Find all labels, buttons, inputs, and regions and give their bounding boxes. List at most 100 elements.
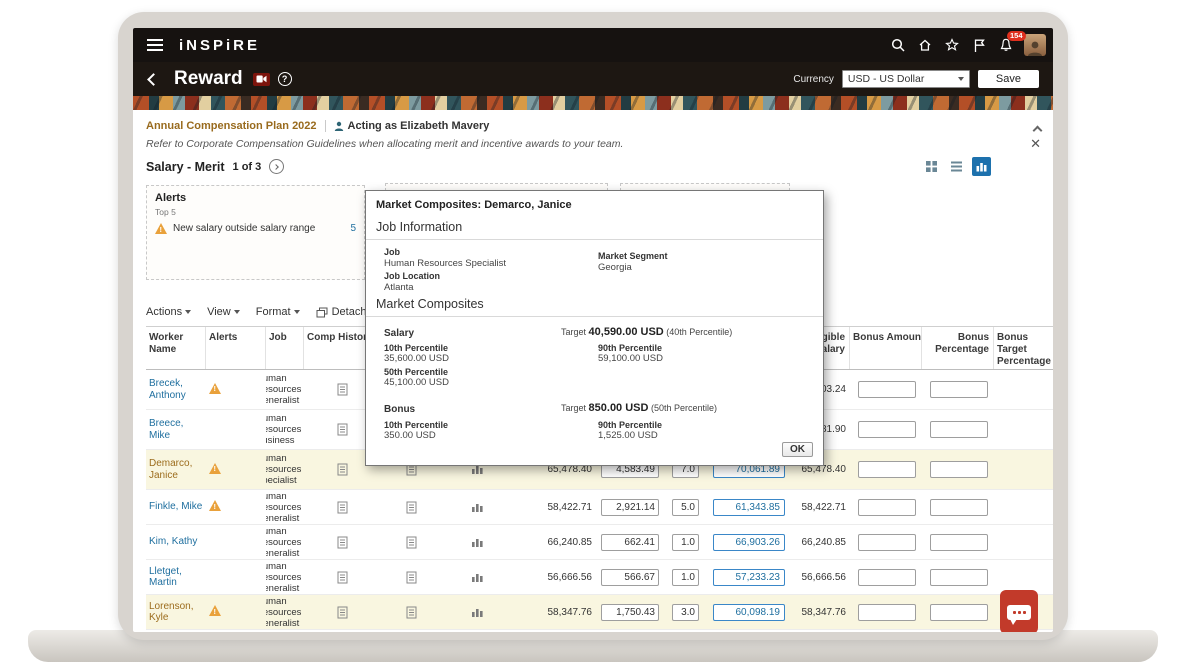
ok-button[interactable]: OK <box>782 442 813 457</box>
decorative-banner <box>133 96 1053 110</box>
worker-name-link[interactable]: Brecek, Anthony <box>149 378 203 401</box>
guideline-text: Refer to Corporate Compensation Guidelin… <box>146 138 623 150</box>
next-section-button[interactable] <box>269 159 284 174</box>
currency-select[interactable]: USD - US Dollar <box>842 70 970 88</box>
list-view-icon[interactable] <box>947 157 966 176</box>
comp-history-icon[interactable] <box>337 536 348 549</box>
salary-p90-label: 90th Percentile <box>598 343 662 353</box>
actions-menu[interactable]: Actions <box>146 306 191 318</box>
hamburger-menu-icon[interactable] <box>147 39 163 41</box>
back-arrow-icon[interactable] <box>147 73 160 86</box>
job-title: Human Resources Generalist <box>266 526 304 559</box>
percentage-input[interactable] <box>672 569 699 586</box>
detach-button[interactable]: Detach <box>316 306 367 318</box>
bonus-amount-input[interactable] <box>858 421 916 438</box>
adjustment-amount-input[interactable] <box>601 569 659 586</box>
page-title: Reward <box>174 68 243 90</box>
job-title: Human Resources Generalist <box>266 561 304 594</box>
chat-fab-icon[interactable] <box>1000 590 1038 632</box>
bonus-amount-input[interactable] <box>858 461 916 478</box>
bonus-amount-input[interactable] <box>858 381 916 398</box>
bonus-amount-input[interactable] <box>858 499 916 516</box>
home-icon[interactable] <box>916 36 934 54</box>
worker-name-link[interactable]: Lletget, Martin <box>149 566 203 589</box>
bonus-amount-input[interactable] <box>858 534 916 551</box>
alert-warning-icon: ! <box>209 383 221 394</box>
close-icon[interactable]: ✕ <box>1030 136 1041 152</box>
job-label: Job <box>384 247 400 257</box>
percentage-input[interactable] <box>672 499 699 516</box>
page-header: Reward ? Currency USD - US Dollar Save <box>133 62 1053 96</box>
global-topbar: iNSPiRE 154 <box>133 28 1053 62</box>
comp-history-icon[interactable] <box>337 463 348 476</box>
video-tutorial-icon[interactable] <box>253 73 270 86</box>
page: iNSPiRE 154 <box>0 0 1187 668</box>
bonus-amount-input[interactable] <box>858 569 916 586</box>
favorites-star-icon[interactable] <box>943 36 961 54</box>
notifications-bell-icon[interactable]: 154 <box>997 36 1015 54</box>
new-salary-link[interactable]: 61,343.85 <box>713 499 785 516</box>
comp-history-icon[interactable] <box>337 571 348 584</box>
adjustment-amount-input[interactable] <box>601 499 659 516</box>
bonus-percentage-input[interactable] <box>930 421 988 438</box>
analytics-chart-icon[interactable] <box>471 572 484 583</box>
app-logo: iNSPiRE <box>179 37 260 54</box>
new-salary-link[interactable]: 57,233.23 <box>713 569 785 586</box>
bonus-percentage-input[interactable] <box>930 499 988 516</box>
col-worker-name: Worker Name <box>146 327 206 369</box>
worker-name-link[interactable]: Finkle, Mike <box>149 501 203 513</box>
bonus-target: Target 850.00 USD (50th Percentile) <box>561 402 717 414</box>
worker-name-link[interactable]: Demarco, Janice <box>149 458 203 481</box>
adjustment-amount-input[interactable] <box>601 534 659 551</box>
worker-name-link[interactable]: Lorenson, Kyle <box>149 601 203 624</box>
job-title: Human Resources Business Partner <box>266 413 304 446</box>
analytics-chart-icon[interactable] <box>471 607 484 618</box>
analytics-chart-icon[interactable] <box>471 537 484 548</box>
plan-name-link[interactable]: Annual Compensation Plan 2022 <box>146 120 317 132</box>
job-information-heading: Job Information <box>376 220 462 234</box>
analytics-chart-icon[interactable] <box>471 502 484 513</box>
comp-history-icon[interactable] <box>337 606 348 619</box>
section-pagination: 1 of 3 <box>233 161 262 173</box>
salary-p50-label: 50th Percentile <box>384 367 448 377</box>
bonus-percentage-input[interactable] <box>930 461 988 478</box>
col-alerts: Alerts <box>206 327 266 369</box>
adjustment-amount-input[interactable] <box>601 604 659 621</box>
comp-history-icon[interactable] <box>337 501 348 514</box>
search-icon[interactable] <box>889 36 907 54</box>
bonus-percentage-input[interactable] <box>930 604 988 621</box>
bonus-percentage-input[interactable] <box>930 534 988 551</box>
worker-name-link[interactable]: Breece, Mike <box>149 418 203 441</box>
bonus-percentage-input[interactable] <box>930 569 988 586</box>
job-location-value: Atlanta <box>384 282 414 293</box>
person-icon <box>334 121 344 131</box>
comp-history-icon[interactable] <box>337 423 348 436</box>
chart-view-icon[interactable] <box>972 157 991 176</box>
market-segment-label: Market Segment <box>598 251 668 261</box>
comp-history-icon[interactable] <box>337 383 348 396</box>
notes-icon[interactable] <box>406 606 417 619</box>
format-menu[interactable]: Format <box>256 306 300 318</box>
notes-icon[interactable] <box>406 571 417 584</box>
save-button[interactable]: Save <box>978 70 1039 88</box>
col-bonus-percentage: Bonus Percentage <box>922 327 994 369</box>
flag-icon[interactable] <box>970 36 988 54</box>
help-icon[interactable]: ? <box>278 72 292 86</box>
table-row: Lletget, Martin Human Resources Generali… <box>146 560 1053 595</box>
percentage-input[interactable] <box>672 604 699 621</box>
view-menu[interactable]: View <box>207 306 240 318</box>
bonus-p90-value: 1,525.00 USD <box>598 430 658 441</box>
notes-icon[interactable] <box>406 536 417 549</box>
alerts-panel-title: Alerts <box>147 186 364 204</box>
alert-count-link[interactable]: 5 <box>350 223 356 234</box>
worker-name-link[interactable]: Kim, Kathy <box>149 536 203 548</box>
percentage-input[interactable] <box>672 534 699 551</box>
user-avatar[interactable] <box>1024 34 1046 56</box>
new-salary-link[interactable]: 66,903.26 <box>713 534 785 551</box>
laptop-frame: iNSPiRE 154 <box>118 12 1068 640</box>
bonus-percentage-input[interactable] <box>930 381 988 398</box>
grid-view-icon[interactable] <box>922 157 941 176</box>
notes-icon[interactable] <box>406 501 417 514</box>
new-salary-link[interactable]: 60,098.19 <box>713 604 785 621</box>
bonus-amount-input[interactable] <box>858 604 916 621</box>
